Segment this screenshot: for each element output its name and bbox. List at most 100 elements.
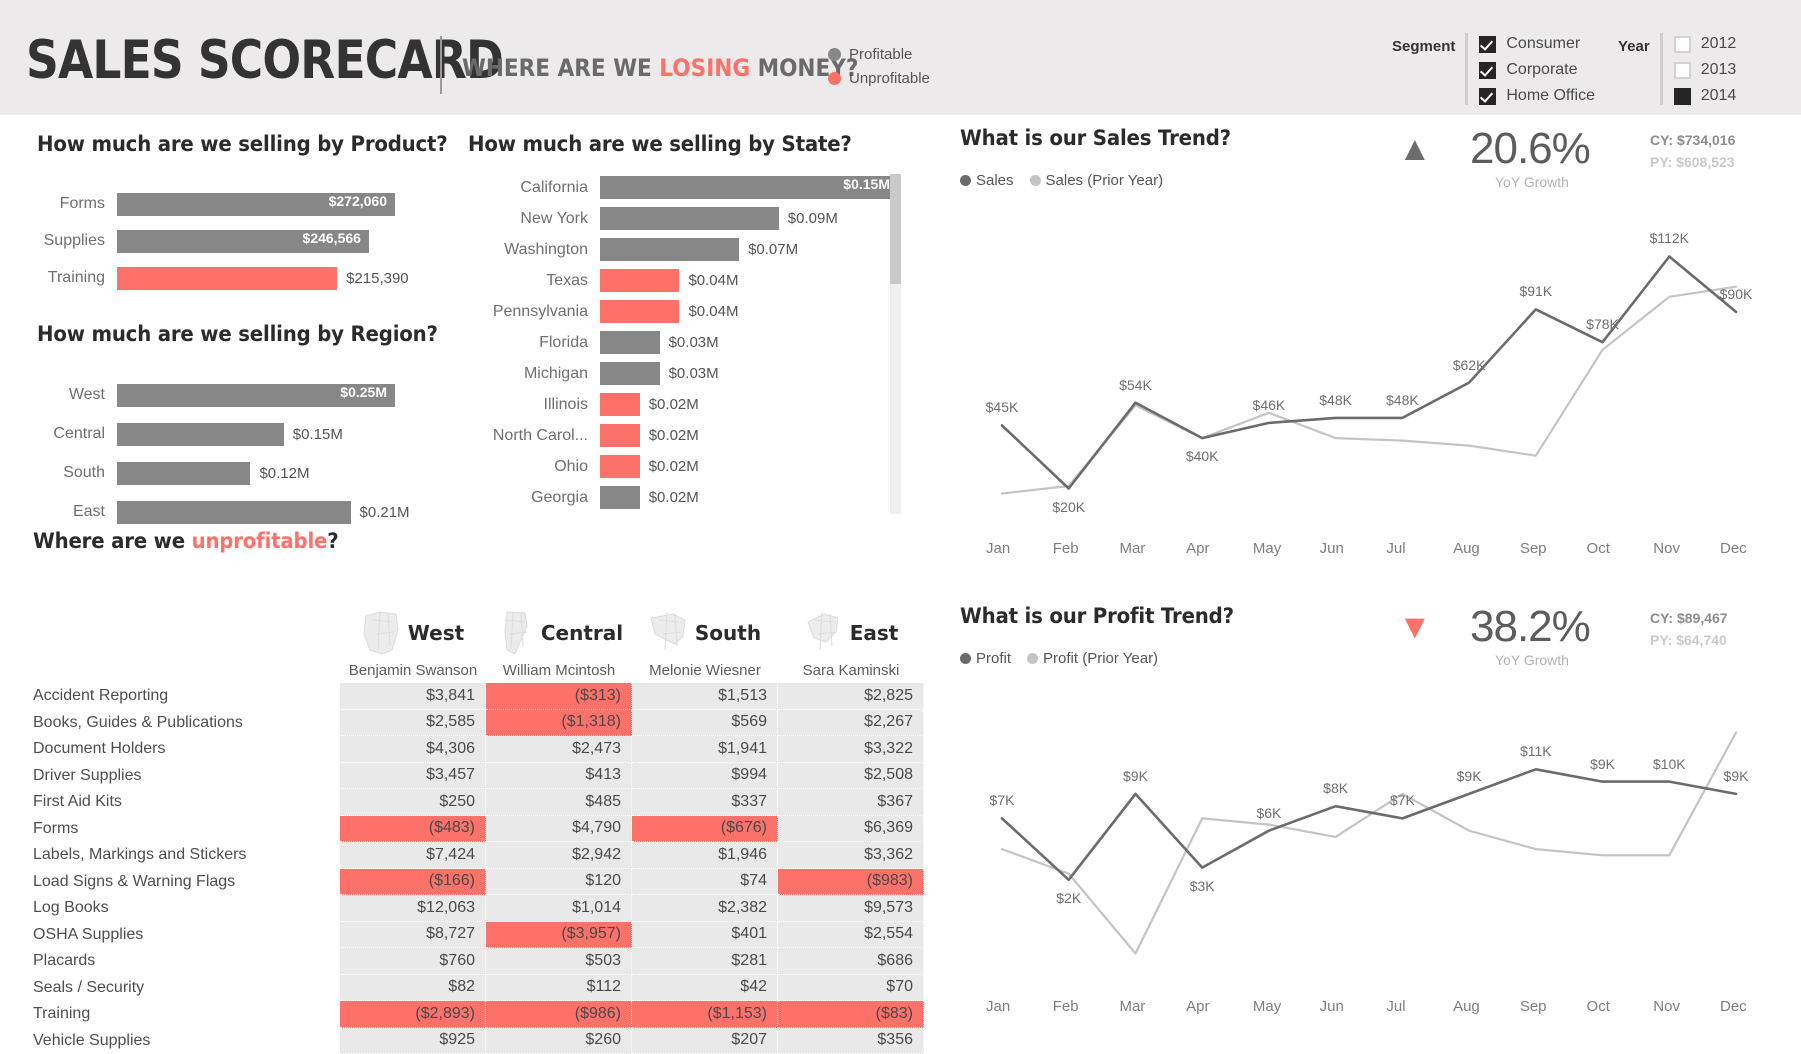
bar-row[interactable]: Forms$272,060 [37, 188, 417, 220]
matrix-cell[interactable]: $8,727 [340, 922, 486, 949]
matrix-cell[interactable]: $42 [632, 975, 778, 1002]
bar-fill[interactable] [600, 362, 660, 385]
matrix-cell[interactable]: $3,362 [778, 842, 924, 869]
table-row[interactable]: Books, Guides & Publications$2,585($1,31… [33, 710, 923, 737]
state-chart-scrollbar-thumb[interactable] [890, 174, 901, 284]
matrix-cell[interactable]: $337 [632, 789, 778, 816]
matrix-cell[interactable]: $9,573 [778, 895, 924, 922]
bar-fill[interactable] [600, 424, 640, 447]
bar-row[interactable]: Georgia$0.02M [468, 482, 898, 513]
bar-row[interactable]: North Carol...$0.02M [468, 420, 898, 451]
state-bar-chart[interactable]: California$0.15MNew York$0.09MWashington… [468, 172, 898, 513]
year-option-2012[interactable]: 2012 [1674, 33, 1737, 55]
matrix-cell[interactable]: $401 [632, 922, 778, 949]
matrix-cell[interactable]: $3,841 [340, 683, 486, 710]
state-chart-scrollbar[interactable] [890, 174, 901, 514]
table-row[interactable]: Vehicle Supplies$925$260$207$356 [33, 1028, 923, 1054]
table-row[interactable]: Labels, Markings and Stickers$7,424$2,94… [33, 842, 923, 869]
matrix-cell[interactable]: $2,585 [340, 710, 486, 737]
year-option-2013[interactable]: 2013 [1674, 59, 1737, 81]
bar-row[interactable]: Florida$0.03M [468, 327, 898, 358]
matrix-cell[interactable]: $2,473 [486, 736, 632, 763]
matrix-cell[interactable]: $686 [778, 948, 924, 975]
checkbox-unchecked-icon[interactable] [1674, 36, 1691, 53]
bar-row[interactable]: Illinois$0.02M [468, 389, 898, 420]
bar-fill[interactable] [117, 267, 337, 290]
matrix-cell[interactable]: $4,306 [340, 736, 486, 763]
year-slicer[interactable]: Year 2012 2013 2014 [1618, 33, 1736, 111]
bar-fill[interactable] [117, 462, 250, 485]
matrix-cell-negative[interactable]: ($166) [340, 869, 486, 896]
matrix-column-header[interactable]: WestBenjamin Swanson [340, 608, 486, 683]
checkbox-unchecked-icon[interactable] [1674, 62, 1691, 79]
matrix-cell[interactable]: $356 [778, 1028, 924, 1054]
matrix-cell-negative[interactable]: ($1,318) [486, 710, 632, 737]
bar-fill[interactable] [600, 269, 679, 292]
checkbox-checked-icon[interactable] [1479, 62, 1496, 79]
matrix-cell[interactable]: $7,424 [340, 842, 486, 869]
bar-fill[interactable] [600, 331, 660, 354]
matrix-cell[interactable]: $2,825 [778, 683, 924, 710]
matrix-cell[interactable]: $1,014 [486, 895, 632, 922]
bar-fill[interactable] [117, 501, 351, 524]
matrix-cell[interactable]: $2,267 [778, 710, 924, 737]
matrix-cell[interactable]: $367 [778, 789, 924, 816]
matrix-cell[interactable]: $760 [340, 948, 486, 975]
matrix-cell[interactable]: $260 [486, 1028, 632, 1054]
bar-fill[interactable]: $272,060 [117, 193, 395, 216]
bar-fill[interactable] [600, 486, 640, 509]
matrix-cell[interactable]: $4,790 [486, 816, 632, 843]
bar-row[interactable]: East$0.21M [37, 495, 417, 529]
matrix-cell[interactable]: $485 [486, 789, 632, 816]
bar-fill[interactable] [600, 455, 640, 478]
year-option-2014[interactable]: 2014 [1674, 85, 1737, 107]
matrix-cell-negative[interactable]: ($2,893) [340, 1001, 486, 1028]
region-bar-chart[interactable]: West$0.25MCentral$0.15MSouth$0.12MEast$0… [37, 378, 417, 534]
bar-row[interactable]: Training$215,390 [37, 262, 417, 294]
bar-row[interactable]: Central$0.15M [37, 417, 417, 451]
bar-fill[interactable] [600, 207, 779, 230]
matrix-cell-negative[interactable]: ($483) [340, 816, 486, 843]
bar-row[interactable]: Ohio$0.02M [468, 451, 898, 482]
matrix-cell[interactable]: $281 [632, 948, 778, 975]
matrix-cell-negative[interactable]: ($1,153) [632, 1001, 778, 1028]
matrix-cell[interactable]: $569 [632, 710, 778, 737]
profit-trend-line-chart[interactable]: JanFebMarAprMayJunJulAugSepOctNovDec$7K$… [960, 676, 1780, 1024]
matrix-column-header[interactable]: EastSara Kaminski [778, 608, 924, 683]
matrix-cell[interactable]: $3,457 [340, 763, 486, 790]
bar-fill[interactable]: $0.25M [117, 384, 395, 407]
matrix-cell[interactable]: $120 [486, 869, 632, 896]
matrix-cell[interactable]: $994 [632, 763, 778, 790]
matrix-cell[interactable]: $3,322 [778, 736, 924, 763]
table-row[interactable]: Training($2,893)($986)($1,153)($83) [33, 1001, 923, 1028]
sales-trend-line-chart[interactable]: JanFebMarAprMayJunJulAugSepOctNovDec$45K… [960, 198, 1780, 566]
matrix-cell-negative[interactable]: ($983) [778, 869, 924, 896]
table-row[interactable]: Document Holders$4,306$2,473$1,941$3,322 [33, 736, 923, 763]
bar-row[interactable]: Michigan$0.03M [468, 358, 898, 389]
matrix-cell[interactable]: $1,946 [632, 842, 778, 869]
bar-row[interactable]: Supplies$246,566 [37, 225, 417, 257]
matrix-cell-negative[interactable]: ($3,957) [486, 922, 632, 949]
matrix-cell[interactable]: $2,382 [632, 895, 778, 922]
matrix-cell-negative[interactable]: ($676) [632, 816, 778, 843]
table-row[interactable]: First Aid Kits$250$485$337$367 [33, 789, 923, 816]
bar-row[interactable]: Pennsylvania$0.04M [468, 296, 898, 327]
bar-fill[interactable] [117, 423, 284, 446]
matrix-column-header[interactable]: SouthMelonie Wiesner [632, 608, 778, 683]
bar-fill[interactable]: $246,566 [117, 230, 369, 253]
matrix-column-header[interactable]: CentralWilliam Mcintosh [486, 608, 632, 683]
bar-fill[interactable] [600, 300, 679, 323]
matrix-cell[interactable]: $12,063 [340, 895, 486, 922]
table-row[interactable]: Placards$760$503$281$686 [33, 948, 923, 975]
table-row[interactable]: Forms($483)$4,790($676)$6,369 [33, 816, 923, 843]
matrix-cell[interactable]: $503 [486, 948, 632, 975]
bar-row[interactable]: West$0.25M [37, 378, 417, 412]
matrix-cell[interactable]: $413 [486, 763, 632, 790]
table-row[interactable]: Driver Supplies$3,457$413$994$2,508 [33, 763, 923, 790]
table-row[interactable]: Seals / Security$82$112$42$70 [33, 975, 923, 1002]
bar-fill[interactable] [600, 393, 640, 416]
matrix-cell[interactable]: $2,508 [778, 763, 924, 790]
matrix-cell[interactable]: $1,941 [632, 736, 778, 763]
matrix-cell[interactable]: $925 [340, 1028, 486, 1054]
matrix-cell-negative[interactable]: ($83) [778, 1001, 924, 1028]
